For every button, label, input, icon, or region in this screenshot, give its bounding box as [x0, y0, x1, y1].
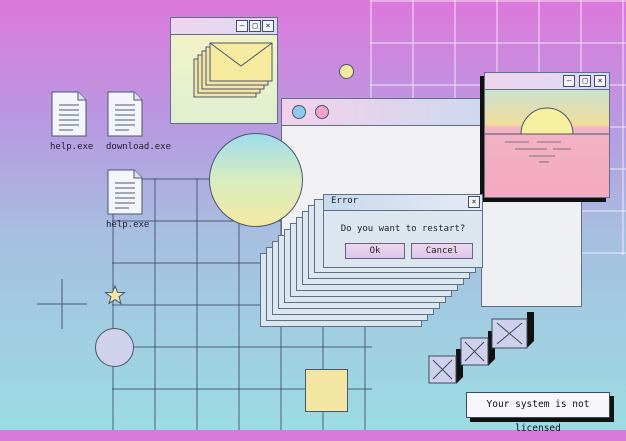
desktop-icon-label[interactable]: help.exe [106, 220, 149, 230]
small-dot [339, 64, 354, 79]
sunset-window[interactable]: – □ × [484, 72, 610, 198]
lavender-circle [95, 328, 134, 367]
error-dialog-titlebar[interactable]: Error × [324, 195, 482, 211]
mail-window[interactable]: – □ × [170, 17, 278, 124]
desktop-icon-label[interactable]: download.exe [106, 142, 171, 152]
document-icon[interactable] [107, 169, 143, 215]
dialog-title: Error [331, 196, 359, 206]
dialog-close-button[interactable]: × [468, 196, 480, 208]
error-dialog[interactable]: Error × Do you want to restart? Ok Cance… [323, 194, 483, 268]
gradient-circle [209, 133, 303, 227]
close-box-icon[interactable] [491, 311, 535, 349]
cancel-button[interactable]: Cancel [411, 243, 473, 259]
desktop-icon-label[interactable]: help.exe [50, 142, 93, 152]
mail-window-titlebar[interactable]: – □ × [171, 18, 277, 35]
background-window-titlebar[interactable] [282, 99, 482, 126]
minimize-button[interactable]: – [236, 20, 248, 32]
dialog-message: Do you want to restart? [340, 224, 466, 234]
yellow-square [305, 369, 348, 412]
star-icon [104, 285, 126, 305]
window-dot-blue[interactable] [292, 105, 306, 119]
window-dot-pink[interactable] [315, 105, 329, 119]
maximize-button[interactable]: □ [249, 20, 261, 32]
document-icon[interactable] [51, 91, 87, 137]
crosshair-icon [37, 279, 87, 329]
envelope-icon [193, 42, 273, 98]
minimize-button[interactable]: – [563, 75, 575, 87]
document-icon[interactable] [107, 91, 143, 137]
sunset-window-titlebar[interactable]: – □ × [485, 73, 609, 90]
ok-button[interactable]: Ok [345, 243, 405, 259]
close-button[interactable]: × [262, 20, 274, 32]
sunset-illustration [485, 107, 609, 163]
close-button[interactable]: × [594, 75, 606, 87]
right-panel [481, 196, 582, 307]
close-box-icon[interactable] [428, 348, 464, 384]
maximize-button[interactable]: □ [579, 75, 591, 87]
license-status-message: Your system is not licensed [466, 392, 610, 434]
